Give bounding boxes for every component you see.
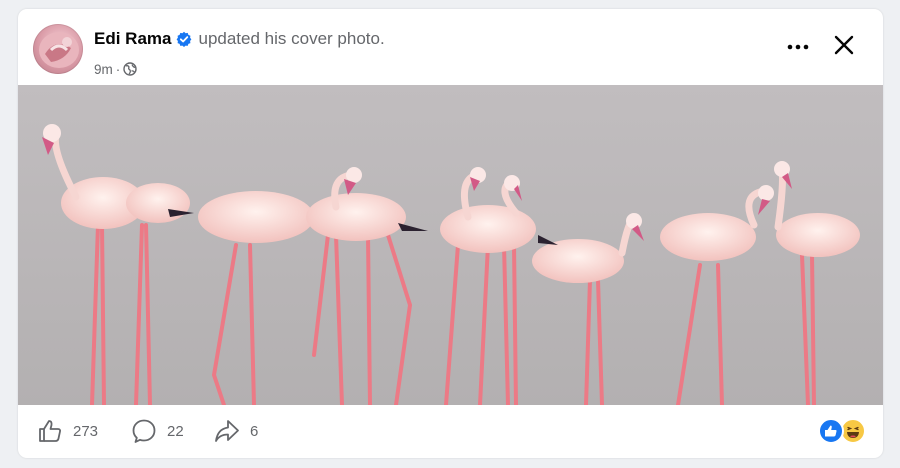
post-card: Edi Rama updated his cover photo. 9m · 2… <box>18 9 883 458</box>
post-title-line: Edi Rama updated his cover photo. <box>94 27 385 51</box>
thumbs-up-icon <box>37 418 63 444</box>
author-avatar[interactable] <box>33 24 83 74</box>
close-icon <box>834 35 854 60</box>
like-count: 273 <box>73 422 99 440</box>
share-button[interactable]: 6 <box>214 417 258 445</box>
globe-icon[interactable] <box>123 62 137 76</box>
post-action-text: updated his cover photo. <box>198 29 385 48</box>
post-meta: 9m · <box>94 60 137 78</box>
close-button[interactable] <box>826 31 862 63</box>
more-options-button[interactable] <box>780 31 816 63</box>
reaction-summary[interactable] <box>818 417 870 444</box>
post-header: Edi Rama updated his cover photo. 9m · <box>18 9 883 85</box>
meta-separator: · <box>115 61 121 77</box>
verified-badge-icon <box>176 31 192 47</box>
comment-icon <box>131 418 157 444</box>
share-icon <box>214 418 240 444</box>
post-footer: 273 22 6 <box>18 405 883 458</box>
like-button[interactable]: 273 <box>37 417 98 445</box>
author-name[interactable]: Edi Rama <box>94 29 171 49</box>
share-count: 6 <box>250 422 259 440</box>
post-timestamp[interactable]: 9m <box>94 62 113 77</box>
like-reaction-icon <box>818 418 844 444</box>
more-options-icon <box>786 38 810 56</box>
comment-count: 22 <box>167 422 184 440</box>
cover-photo[interactable] <box>18 85 883 405</box>
flamingo-photo-illustration <box>18 85 883 405</box>
comment-button[interactable]: 22 <box>131 417 184 445</box>
